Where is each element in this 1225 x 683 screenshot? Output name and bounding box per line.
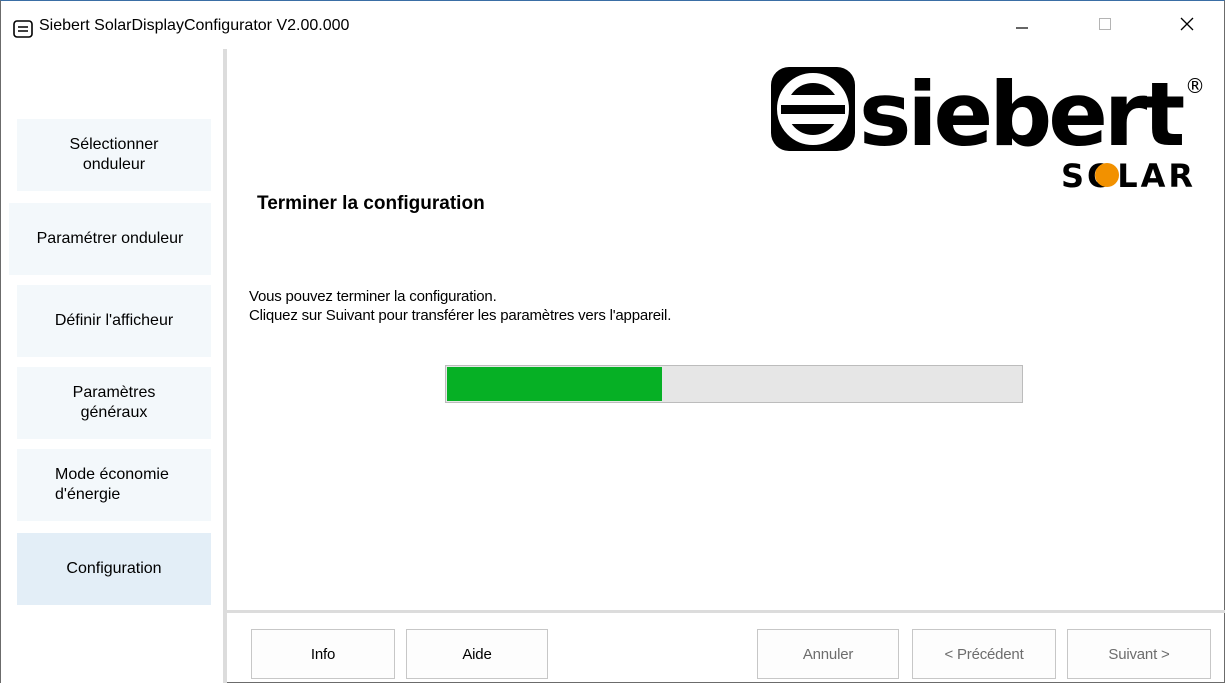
sidebar-item-label: Configuration — [66, 560, 162, 577]
next-button[interactable]: Suivant > — [1067, 629, 1211, 679]
instruction-line-2: Cliquez sur Suivant pour transférer les … — [249, 307, 672, 324]
cancel-button[interactable]: Annuler — [757, 629, 899, 679]
sidebar-item-label: Sélectionner onduleur — [69, 136, 159, 173]
sidebar-item-general-settings[interactable]: Paramètres généraux — [17, 367, 211, 439]
progress-bar — [445, 365, 1023, 403]
sidebar-item-label: Définir l'afficheur — [54, 312, 174, 329]
close-button[interactable] — [1164, 1, 1210, 47]
maximize-icon — [1099, 18, 1111, 30]
wizard-steps-sidebar: Sélectionner onduleur Paramétrer onduleu… — [1, 47, 223, 683]
horizontal-divider — [227, 610, 1225, 613]
instruction-line-1: Vous pouvez terminer la configuration. — [249, 288, 497, 305]
sidebar-item-label: Paramètres généraux — [72, 384, 156, 421]
app-window: Siebert SolarDisplayConfigurator V2.00.0… — [0, 0, 1225, 683]
page-title: Terminer la configuration — [257, 193, 485, 214]
app-logo-icon — [13, 20, 33, 38]
progress-bar-fill — [447, 367, 662, 401]
sidebar-item-configure-inverter[interactable]: Paramétrer onduleur — [9, 203, 211, 275]
window-title: Siebert SolarDisplayConfigurator V2.00.0… — [39, 17, 350, 34]
info-button[interactable]: Info — [251, 629, 395, 679]
sidebar-item-label: Paramétrer onduleur — [36, 230, 184, 247]
previous-button[interactable]: < Précédent — [912, 629, 1056, 679]
instruction-text: Vous pouvez terminer la configuration. C… — [249, 287, 671, 325]
maximize-button[interactable] — [1082, 1, 1128, 47]
minimize-button[interactable] — [999, 1, 1045, 47]
title-bar: Siebert SolarDisplayConfigurator V2.00.0… — [1, 1, 1224, 47]
close-icon — [1180, 17, 1194, 31]
sidebar-item-energy-saving[interactable]: Mode économie d'énergie — [17, 449, 211, 521]
logo-registered-mark: ® — [1185, 74, 1205, 98]
logo-sub-text: SOLAR — [1061, 157, 1196, 195]
sidebar-item-define-display[interactable]: Définir l'afficheur — [17, 285, 211, 357]
main-panel: siebert ® SOLAR Terminer la configuratio… — [227, 47, 1225, 611]
sidebar-item-select-inverter[interactable]: Sélectionner onduleur — [17, 119, 211, 191]
siebert-solar-logo: siebert ® SOLAR — [771, 63, 1205, 195]
sidebar-item-label: Mode économie d'énergie — [55, 466, 169, 503]
help-button[interactable]: Aide — [406, 629, 548, 679]
logo-sun-dot — [1095, 163, 1119, 187]
minimize-icon — [1016, 27, 1028, 29]
sidebar-item-configuration[interactable]: Configuration — [17, 533, 211, 605]
logo-brand-text: siebert — [859, 63, 1184, 166]
